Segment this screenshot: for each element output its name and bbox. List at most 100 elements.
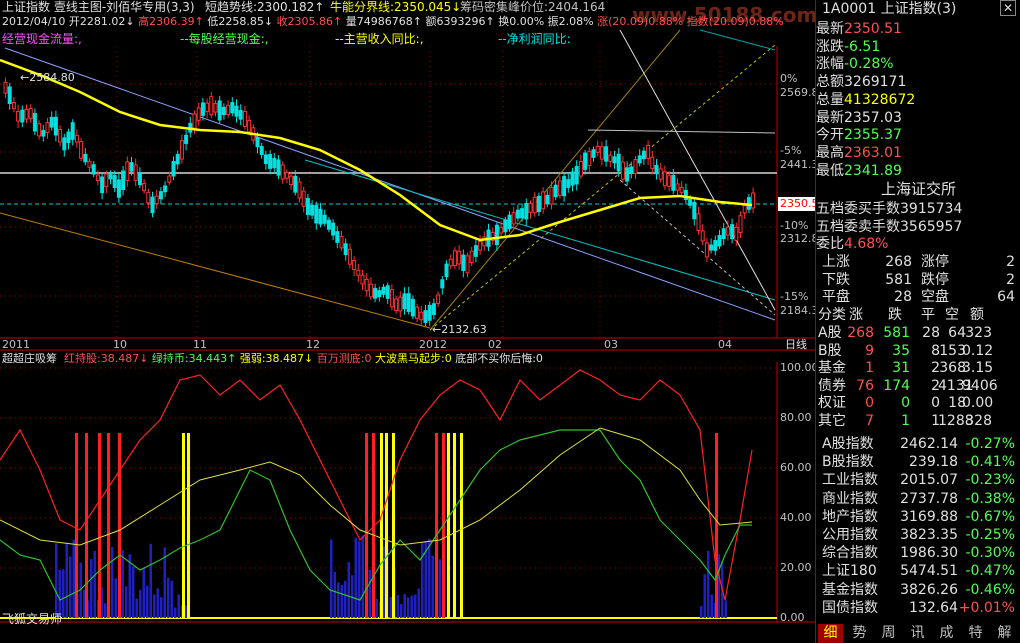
candle	[507, 211, 512, 232]
index-value: 3823.35	[900, 527, 958, 543]
index-name: 国债指数	[822, 599, 878, 616]
candle	[625, 161, 630, 186]
candle	[83, 148, 88, 166]
panel-tab[interactable]: 势	[847, 624, 872, 643]
candle	[490, 227, 495, 246]
order-value: 3565957	[900, 218, 963, 235]
candle	[482, 231, 487, 251]
indicator-spike	[385, 433, 388, 618]
date-axis-label: 2011	[2, 338, 30, 351]
index-change: -0.41%	[965, 454, 1015, 471]
indicator-spike	[447, 433, 450, 618]
index-row[interactable]: 综合指数 1986.30 -0.30%	[816, 544, 1020, 562]
candle	[70, 119, 75, 146]
index-row[interactable]: A股指数 2462.14 -0.27%	[816, 435, 1020, 453]
candle	[511, 206, 516, 230]
index-change: -0.30%	[965, 545, 1015, 562]
candle	[45, 117, 50, 139]
indicator-bar	[389, 597, 392, 618]
candle	[87, 158, 92, 172]
kline-chart[interactable]	[0, 0, 815, 643]
index-change: -0.47%	[965, 563, 1015, 580]
indicator-spike	[118, 433, 121, 618]
indicator-bar	[407, 597, 410, 618]
panel-tab[interactable]: 细	[818, 624, 843, 643]
candle	[377, 286, 382, 302]
breadth-row: 平盘 28 空盘 64	[816, 289, 1020, 307]
index-change: -0.67%	[965, 508, 1015, 525]
candle	[469, 246, 474, 267]
candle	[431, 298, 436, 320]
quote-value: 2350.51	[844, 21, 902, 37]
index-value: 2462.14	[900, 436, 958, 452]
order-key: 五档委买手数	[816, 201, 900, 217]
index-row[interactable]: 基金指数 3826.26 -0.46%	[816, 581, 1020, 599]
indicator-bar	[347, 561, 350, 618]
candle	[553, 179, 558, 201]
index-row[interactable]: 上证180 5474.51 -0.47%	[816, 562, 1020, 580]
indicator-bar	[142, 567, 145, 618]
date-axis-label: 日线	[785, 338, 807, 351]
panel-tab[interactable]: 成	[934, 624, 959, 643]
quote-value: -0.28%	[844, 56, 894, 73]
indicator-bar	[431, 555, 434, 618]
index-change: -0.23%	[965, 472, 1015, 489]
candle	[713, 235, 718, 256]
candle	[662, 165, 667, 190]
breadth-value: 64	[997, 289, 1015, 306]
indicator-bar	[703, 574, 706, 618]
candle	[133, 158, 138, 187]
candle	[398, 291, 403, 318]
index-row[interactable]: 国债指数 132.64 +0.01%	[816, 599, 1020, 617]
index-row[interactable]: 公用指数 3823.35 -0.25%	[816, 526, 1020, 544]
candle	[692, 198, 697, 226]
candle	[721, 222, 726, 246]
index-value: 5474.51	[900, 563, 958, 580]
panel-tab[interactable]: 特	[963, 624, 988, 643]
index-row[interactable]: 商业指数 2737.78 -0.38%	[816, 490, 1020, 508]
breadth-value: 28	[894, 289, 912, 306]
index-row[interactable]: 工业指数 2015.07 -0.23%	[816, 471, 1020, 489]
indicator-bar	[132, 566, 135, 618]
candle	[478, 235, 483, 255]
date-axis-label: 10	[113, 338, 127, 351]
panel-tab[interactable]: 解	[992, 624, 1017, 643]
price-axis-label: 2441.3	[780, 158, 819, 171]
quote-value: 41328672	[844, 91, 916, 108]
indicator-bar	[358, 541, 361, 618]
candle	[658, 163, 663, 183]
close-icon[interactable]: ✕	[999, 0, 1016, 16]
indicator-bar	[700, 606, 703, 618]
index-value: 2015.07	[900, 472, 958, 489]
indicator-bar	[375, 598, 378, 618]
candle	[280, 161, 285, 184]
candle	[205, 98, 210, 119]
panel-tab[interactable]: 周	[876, 624, 901, 643]
breadth-value: 581	[885, 271, 912, 288]
candle	[368, 277, 373, 301]
order-row: 委比4.68%	[816, 235, 1020, 253]
market-header: 分类涨跌平空额	[816, 307, 1020, 325]
candle	[536, 192, 541, 216]
index-name: 地产指数	[822, 508, 878, 525]
indicator-bar	[146, 585, 149, 618]
price-axis-label: -15%	[780, 290, 809, 303]
index-row[interactable]: 地产指数 3169.88 -0.67%	[816, 508, 1020, 526]
price-axis-label: 2569.8	[780, 86, 819, 99]
candle	[163, 181, 168, 197]
quote-row: 最新2357.03	[816, 109, 1020, 127]
indicator-bar	[710, 594, 713, 618]
index-row[interactable]: B股指数 239.18 -0.41%	[816, 453, 1020, 471]
quote-value: 2341.89	[844, 162, 902, 179]
market-row: B股 9 35 8 153 0.12	[816, 343, 1020, 361]
indicator-bar	[111, 546, 114, 618]
candle	[612, 150, 617, 169]
candle	[347, 243, 352, 269]
candle	[709, 238, 714, 254]
candle	[440, 275, 445, 295]
market-cell: 8	[931, 342, 940, 359]
panel-tab[interactable]: 讯	[905, 624, 930, 643]
candle	[696, 206, 701, 235]
candle	[268, 150, 273, 175]
indicator-bar	[55, 543, 58, 618]
